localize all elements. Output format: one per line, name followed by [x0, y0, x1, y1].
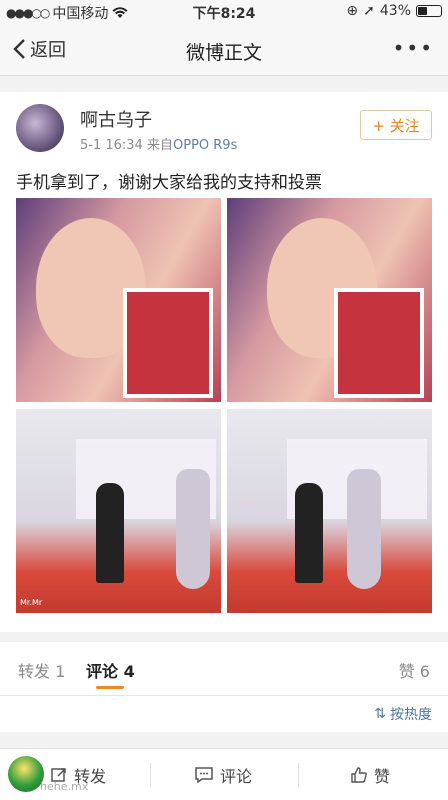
post-time: 5-1 16:34	[80, 138, 143, 153]
watermark-text: hehe.mx	[40, 780, 89, 793]
interaction-tabs: 转发 1 评论 4 赞 6	[0, 642, 448, 696]
post-card: 啊古乌子 5-1 16:34 来自OPPO R9s + 关注 手机拿到了，谢谢大…	[0, 92, 448, 632]
person-figure	[96, 483, 124, 583]
like-button[interactable]: 赞	[350, 763, 390, 787]
sort-bar: ⇅ 按热度	[0, 696, 448, 732]
battery-percent: 43%	[379, 3, 411, 19]
tab-like[interactable]: 赞 6	[399, 658, 430, 682]
thumbs-up-icon	[351, 767, 367, 783]
status-bar: ●●●○○ 中国移动 下午8:24 ⊕ ➚ 43%	[0, 0, 448, 24]
photo-3[interactable]: Mr.Mr	[16, 409, 221, 613]
like-label: 赞	[374, 767, 391, 786]
phone-box	[123, 288, 213, 398]
lock-rotation-icon: ⊕	[346, 3, 359, 19]
avatar[interactable]	[16, 104, 64, 152]
sort-label: 按热度	[390, 707, 432, 723]
battery-fill	[418, 7, 428, 15]
post-meta: 5-1 16:34 来自OPPO R9s	[80, 134, 237, 153]
source-prefix: 来自	[146, 138, 173, 153]
person-figure	[347, 469, 381, 589]
comment-button[interactable]: 评论	[194, 763, 252, 787]
person-figure	[295, 483, 323, 583]
tab-comment[interactable]: 评论 4	[86, 658, 135, 682]
nav-bar: 返回 微博正文 •••	[0, 24, 448, 76]
comment-label: 评论	[220, 767, 253, 786]
person-figure	[176, 469, 210, 589]
photo-2[interactable]	[227, 198, 432, 402]
photo-1[interactable]	[16, 198, 221, 402]
watermark-logo	[8, 756, 44, 792]
source-device[interactable]: OPPO R9s	[173, 138, 237, 153]
photo-4[interactable]	[227, 409, 432, 613]
location-icon: ➚	[363, 3, 375, 19]
sort-icon: ⇅	[374, 706, 386, 722]
username[interactable]: 啊古乌子	[80, 106, 152, 132]
active-tab-indicator	[96, 686, 124, 689]
photo-caption: Mr.Mr	[20, 598, 43, 607]
follow-button[interactable]: + 关注	[360, 110, 432, 140]
tab-repost[interactable]: 转发 1	[18, 658, 65, 682]
comment-icon	[195, 767, 213, 784]
page-title: 微博正文	[185, 42, 262, 64]
status-right: ⊕ ➚ 43%	[346, 3, 442, 19]
more-button[interactable]: •••	[393, 36, 434, 60]
post-text: 手机拿到了，谢谢大家给我的支持和投票	[16, 173, 322, 193]
phone-box	[334, 288, 424, 398]
divider	[150, 763, 151, 787]
divider	[298, 763, 299, 787]
battery-icon	[416, 5, 442, 17]
sort-button[interactable]: ⇅ 按热度	[374, 704, 432, 724]
photo-grid: Mr.Mr	[16, 198, 432, 613]
